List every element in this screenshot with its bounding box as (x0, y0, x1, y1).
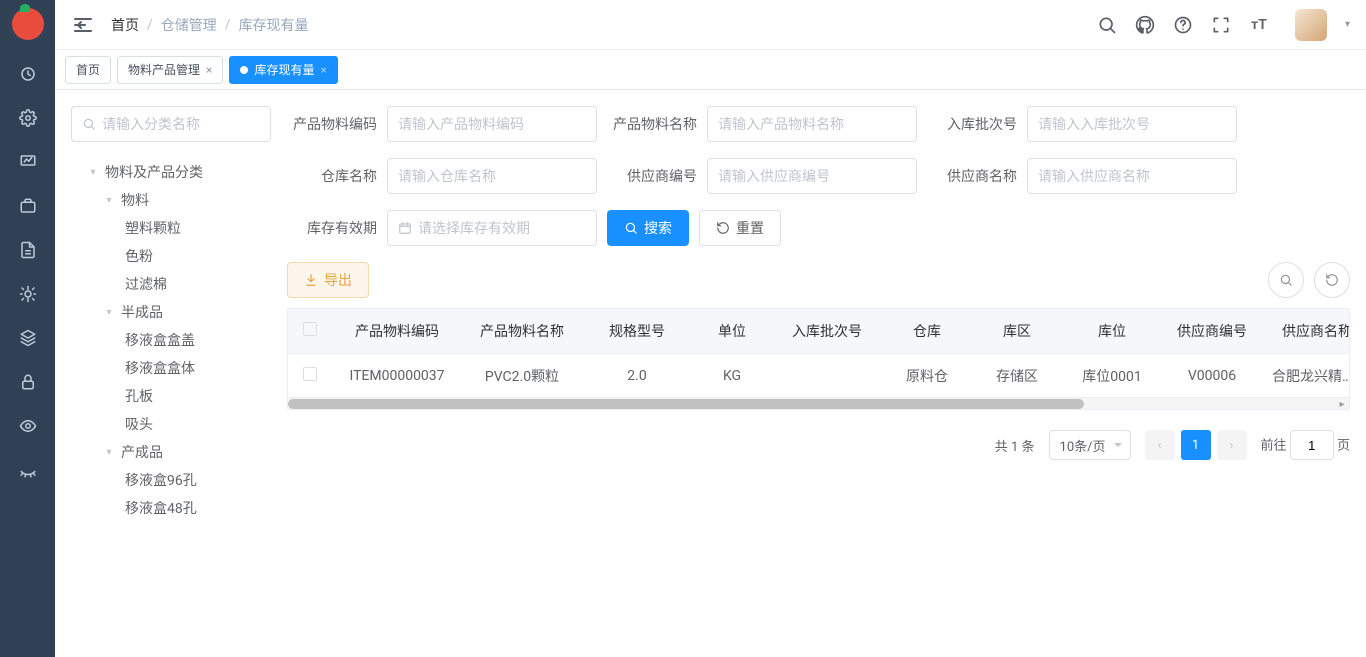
input-item-name[interactable] (707, 106, 917, 142)
tree-search-input[interactable] (71, 106, 271, 142)
nav-layers-icon[interactable] (10, 320, 46, 356)
close-icon[interactable]: × (206, 63, 212, 77)
page-prev-button[interactable]: ‹ (1145, 430, 1175, 460)
tab-home[interactable]: 首页 (65, 56, 111, 84)
table-row[interactable]: ITEM00000037 PVC2.0颗粒 2.0 KG 原料仓 存储区 库位0… (288, 353, 1349, 397)
user-menu-caret-icon[interactable]: ▾ (1345, 19, 1350, 30)
page-number-button[interactable]: 1 (1181, 430, 1211, 460)
breadcrumb-current: 库存现有量 (239, 15, 309, 35)
nav-monitor-icon[interactable] (10, 144, 46, 180)
breadcrumb-home[interactable]: 首页 (111, 15, 139, 35)
nav-lock-icon[interactable] (10, 364, 46, 400)
tree-group-finished[interactable]: ▾产成品 (71, 438, 271, 466)
tree-leaf[interactable]: 过滤棉 (71, 270, 271, 298)
toolbar-refresh-icon[interactable] (1314, 262, 1350, 298)
scrollbar-thumb[interactable] (288, 399, 1084, 409)
tree-leaf[interactable]: 吸头 (71, 410, 271, 438)
breadcrumb-mid[interactable]: 仓储管理 (161, 15, 217, 35)
tree-leaf[interactable]: 移液盒96孔 (71, 466, 271, 494)
label-item-code: 产品物料编码 (287, 114, 377, 134)
input-expire[interactable] (387, 210, 597, 246)
tree-leaf[interactable]: 移液盒盒盖 (71, 326, 271, 354)
input-batch[interactable] (1027, 106, 1237, 142)
github-icon[interactable] (1135, 15, 1155, 35)
search-icon[interactable] (1097, 15, 1117, 35)
tree-root[interactable]: ▾物料及产品分类 (71, 158, 271, 186)
calendar-icon (398, 221, 412, 235)
sidebar-toggle-icon[interactable] (71, 13, 95, 37)
label-supplier-name: 供应商名称 (927, 166, 1017, 186)
export-button[interactable]: 导出 (287, 262, 369, 298)
category-tree: ▾物料及产品分类 ▾物料 塑料颗粒 色粉 过滤棉 ▾半成品 移液盒盒盖 移液盒盒… (71, 158, 271, 522)
nav-briefcase-icon[interactable] (10, 188, 46, 224)
table-header: 产品物料编码 产品物料名称 规格型号 单位 入库批次号 仓库 库区 库位 供应商… (288, 309, 1349, 353)
row-checkbox[interactable] (303, 367, 317, 381)
reset-button[interactable]: 重置 (699, 210, 781, 246)
input-warehouse[interactable] (387, 158, 597, 194)
tree-leaf[interactable]: 塑料颗粒 (71, 214, 271, 242)
page-next-button[interactable]: › (1217, 430, 1247, 460)
nav-document-icon[interactable] (10, 232, 46, 268)
input-supplier-code[interactable] (707, 158, 917, 194)
page-jump: 前往 页 (1261, 430, 1351, 460)
input-item-code[interactable] (387, 106, 597, 142)
toolbar-search-icon[interactable] (1268, 262, 1304, 298)
nav-eye-icon[interactable] (10, 408, 46, 444)
pagination: 共 1 条 10条/页 ‹ 1 › 前往 页 (287, 430, 1350, 460)
select-all-checkbox[interactable] (303, 322, 317, 336)
close-icon[interactable]: × (320, 63, 326, 77)
app-logo (12, 8, 44, 40)
tab-bar: 首页 物料产品管理× 库存现有量× (55, 50, 1366, 90)
avatar[interactable] (1295, 9, 1327, 41)
label-batch: 入库批次号 (927, 114, 1017, 134)
breadcrumb: 首页 / 仓储管理 / 库存现有量 (111, 15, 1097, 35)
fontsize-icon[interactable]: тT (1249, 15, 1269, 35)
nav-hide-icon[interactable] (10, 452, 46, 488)
nav-dashboard-icon[interactable] (10, 56, 46, 92)
tab-inventory[interactable]: 库存现有量× (229, 56, 337, 84)
horizontal-scrollbar[interactable]: ▸ (288, 397, 1349, 409)
label-expire: 库存有效期 (287, 218, 377, 238)
tree-leaf[interactable]: 孔板 (71, 382, 271, 410)
tree-leaf[interactable]: 色粉 (71, 242, 271, 270)
page-jump-input[interactable] (1290, 430, 1334, 460)
tab-material-manage[interactable]: 物料产品管理× (117, 56, 223, 84)
scroll-right-icon[interactable]: ▸ (1335, 398, 1349, 410)
search-button[interactable]: 搜索 (607, 210, 689, 246)
tree-group-semi[interactable]: ▾半成品 (71, 298, 271, 326)
sidebar-nav (0, 0, 55, 657)
tree-group-material[interactable]: ▾物料 (71, 186, 271, 214)
nav-settings-icon[interactable] (10, 100, 46, 136)
page-size-select[interactable]: 10条/页 (1049, 430, 1131, 460)
pagination-total: 共 1 条 (995, 436, 1035, 455)
inventory-table: 产品物料编码 产品物料名称 规格型号 单位 入库批次号 仓库 库区 库位 供应商… (287, 308, 1350, 410)
help-icon[interactable] (1173, 15, 1193, 35)
label-supplier-code: 供应商编号 (607, 166, 697, 186)
filter-form: 产品物料编码 产品物料名称 入库批次号 仓库名称 供应商编号 供应商名称 库存有… (287, 106, 1350, 246)
search-icon (82, 117, 96, 131)
fullscreen-icon[interactable] (1211, 15, 1231, 35)
input-supplier-name[interactable] (1027, 158, 1237, 194)
tree-leaf[interactable]: 移液盒48孔 (71, 494, 271, 522)
nav-plugin-icon[interactable] (10, 276, 46, 312)
label-item-name: 产品物料名称 (607, 114, 697, 134)
topbar: 首页 / 仓储管理 / 库存现有量 тT ▾ (55, 0, 1366, 50)
tree-leaf[interactable]: 移液盒盒体 (71, 354, 271, 382)
label-warehouse: 仓库名称 (287, 166, 377, 186)
